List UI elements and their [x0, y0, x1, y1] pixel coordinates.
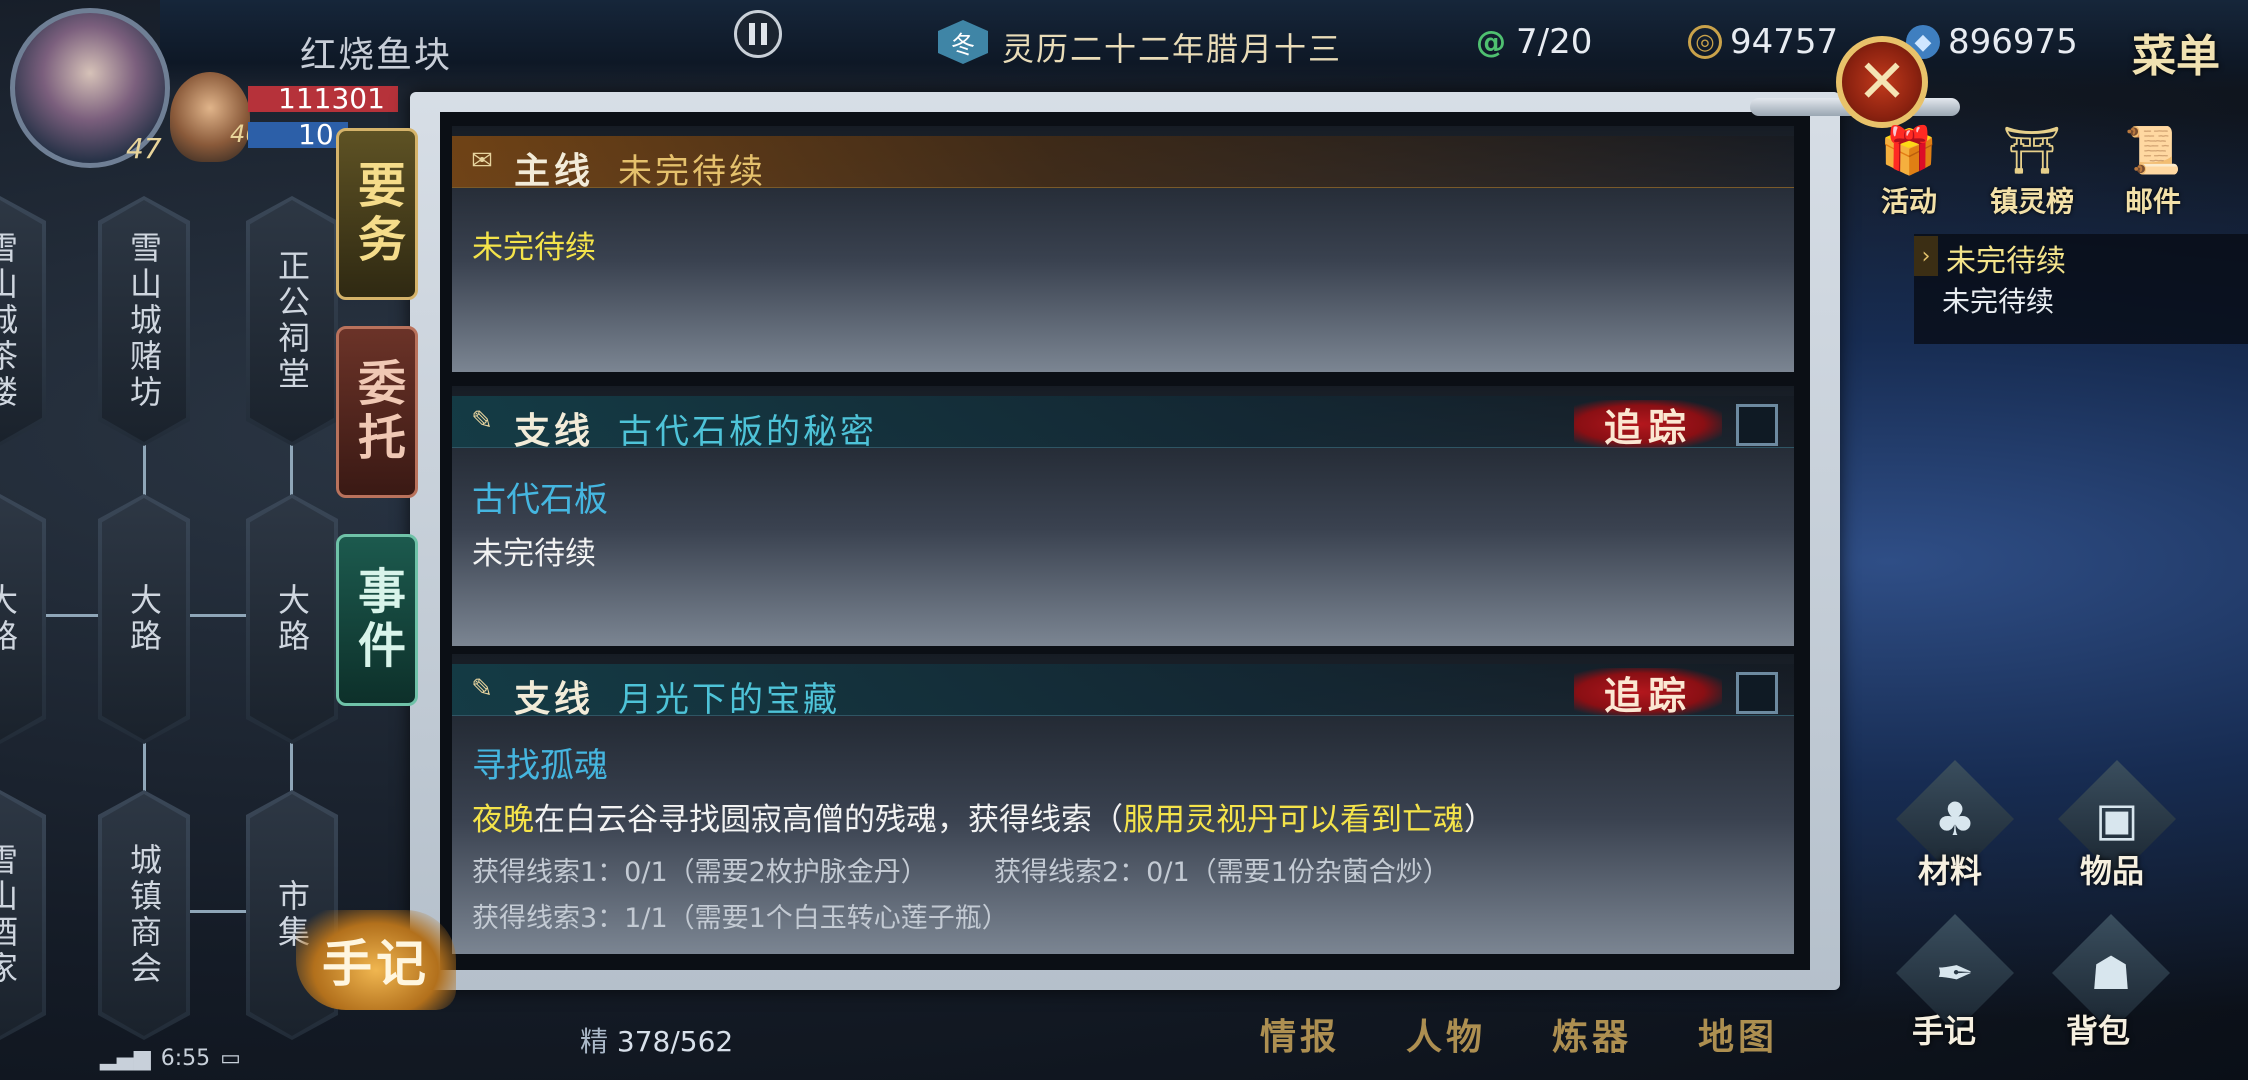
spirit-stone-stat: ◆ 896975 [1906, 22, 2078, 62]
game-date: 灵历二十二年腊月十三 [1002, 30, 1343, 68]
bottom-nav: 情报 人物 炼器 地图 [1260, 1008, 1778, 1060]
mp-bar: 10 [248, 121, 348, 149]
box-icon: ▣ [2095, 792, 2139, 846]
quest-header: ✉ 主线 未完待续 [452, 136, 1794, 192]
map-path [40, 614, 100, 617]
clue-line: 获得线索1：0/1（需要2枚护脉金丹） [472, 857, 928, 888]
close-icon: ✕ [1856, 47, 1908, 117]
map-node[interactable]: 城镇商会 [98, 790, 190, 1040]
track-checkbox[interactable] [1736, 672, 1778, 714]
backpack-label: 背包 [2066, 1012, 2131, 1050]
mail-button[interactable]: 📜 邮件 [2118, 120, 2188, 220]
map-path [290, 440, 293, 500]
scroll-icon: ✉ [471, 146, 493, 176]
quest-type: 支线 [514, 678, 595, 720]
pagoda-icon: ⛩ [2002, 122, 2062, 177]
energy-value: 7/20 [1516, 22, 1593, 62]
pause-button[interactable] [734, 10, 782, 58]
map-node[interactable]: 正公祠堂 [246, 196, 338, 446]
journal-tab[interactable]: 手记 [296, 910, 456, 1010]
pouch-icon: ☗ [2090, 946, 2132, 1000]
quest-body: 未完待续 [472, 230, 596, 266]
battery-icon: ▭ [220, 1046, 241, 1071]
game-screen: { "hud": { "player_name": "红烧鱼块", "hp": … [0, 0, 2248, 1080]
quest-subtitle: 寻找孤魂 [472, 746, 608, 786]
bag-icon: ♣ [1934, 792, 1976, 846]
tracked-quest-panel[interactable]: › 未完待续 未完待续 [1914, 234, 2248, 344]
tab-events[interactable]: 事件 [336, 534, 418, 706]
map-node[interactable]: 雪山城赌坊 [98, 196, 190, 446]
description-text: ） [1464, 802, 1495, 838]
quest-list[interactable]: ✉ 主线 未完待续 未完待续 ✎ 支线 古代石板的秘密 追踪 古代石板 未完待续… [440, 112, 1810, 970]
quest-title: 月光下的宝藏 [618, 680, 840, 720]
swirl-icon: @ [1476, 24, 1506, 60]
nav-map[interactable]: 地图 [1698, 1008, 1778, 1060]
stamina-label: 精 [580, 1025, 609, 1058]
scroll-mail-icon: 📜 [2124, 122, 2182, 177]
map-path [188, 614, 248, 617]
map-node[interactable]: 大路 [0, 494, 46, 744]
quest-type: 主线 [514, 150, 595, 192]
quest-description: 夜晚在白云谷寻找圆寂高僧的残魂，获得线索（服用灵视丹可以看到亡魂） [472, 794, 1495, 839]
scroll-icon: ✒ [1935, 946, 1975, 1000]
quest-card-main[interactable]: ✉ 主线 未完待续 未完待续 [452, 126, 1794, 372]
stamina-value: 378/562 [616, 1025, 734, 1058]
player-level: 47 [126, 132, 162, 165]
tab-main-tasks[interactable]: 要务 [336, 128, 418, 300]
tracked-quest-title: 未完待续 [1946, 244, 2066, 279]
brush-icon: ✎ [471, 674, 493, 704]
journal-label: 手记 [1912, 1012, 1977, 1050]
track-button[interactable]: 追踪 [1574, 400, 1722, 450]
map-node[interactable]: 大路 [246, 494, 338, 744]
materials-label: 材料 [1918, 852, 1983, 890]
energy-stat: @ 7/20 [1474, 22, 1592, 62]
quest-card-side[interactable]: ✎ 支线 月光下的宝藏 追踪 寻找孤魂 夜晚在白云谷寻找圆寂高僧的残魂，获得线索… [452, 654, 1794, 954]
track-button[interactable]: 追踪 [1574, 668, 1722, 718]
items-label: 物品 [2080, 852, 2145, 890]
spirit-stone-value: 896975 [1948, 22, 2078, 62]
tracked-quest-desc: 未完待续 [1942, 285, 2055, 318]
copper-stat: ◎ 94757 [1688, 22, 1838, 62]
events-button[interactable]: 🎁 活动 [1874, 120, 1944, 220]
clue-line: 获得线索3：1/1（需要1个白玉转心莲子瓶） [472, 903, 1009, 934]
quest-title: 古代石板的秘密 [618, 412, 877, 452]
gift-icon: 🎁 [1880, 122, 1938, 177]
map-node[interactable]: 雪山城茶楼 [0, 196, 46, 446]
quest-type: 支线 [514, 410, 595, 452]
map-path [188, 910, 248, 913]
track-checkbox[interactable] [1736, 404, 1778, 446]
nav-forging[interactable]: 炼器 [1552, 1008, 1632, 1060]
description-text: 在白云谷寻找圆寂高僧的残魂，获得线索（ [534, 802, 1123, 838]
highlight-text: 夜晚 [472, 802, 534, 838]
nav-characters[interactable]: 人物 [1406, 1008, 1486, 1060]
brush-icon: ✎ [471, 406, 493, 436]
quest-card-side[interactable]: ✎ 支线 古代石板的秘密 追踪 古代石板 未完待续 [452, 386, 1794, 646]
ranking-button[interactable]: ⛩ 镇灵榜 [1990, 120, 2074, 220]
map-node[interactable]: 大路 [98, 494, 190, 744]
device-status-bar: ▂▄▆ 6:55 ▭ [100, 1046, 241, 1071]
clue-line: 获得线索2：0/1（需要1份杂菌合炒） [994, 857, 1450, 888]
close-button[interactable]: ✕ [1836, 36, 1928, 128]
coin-icon: ◎ [1688, 25, 1722, 59]
map-path [143, 440, 146, 500]
clock: 6:55 [160, 1046, 211, 1071]
highlight-text: 服用灵视丹可以看到亡魂 [1123, 802, 1464, 838]
quest-body: 未完待续 [472, 536, 596, 572]
player-name: 红烧鱼块 [300, 35, 453, 76]
chevron-right-icon[interactable]: › [1914, 236, 1938, 276]
signal-icon: ▂▄▆ [100, 1046, 151, 1071]
stamina-readout: 精 378/562 [580, 1020, 733, 1060]
quest-subtitle: 古代石板 [472, 480, 608, 520]
quest-title: 未完待续 [618, 152, 766, 192]
hp-bar: 111301 [248, 85, 398, 113]
map-node[interactable]: 雪山酒家 [0, 790, 46, 1040]
menu-button[interactable]: 菜单 [2132, 20, 2220, 84]
nav-intel[interactable]: 情报 [1260, 1008, 1340, 1060]
copper-value: 94757 [1730, 22, 1839, 62]
quest-header: ✎ 支线 月光下的宝藏 追踪 [452, 664, 1794, 720]
tab-commissions[interactable]: 委托 [336, 326, 418, 498]
quest-header: ✎ 支线 古代石板的秘密 追踪 [452, 396, 1794, 452]
companion-avatar[interactable] [170, 72, 250, 162]
